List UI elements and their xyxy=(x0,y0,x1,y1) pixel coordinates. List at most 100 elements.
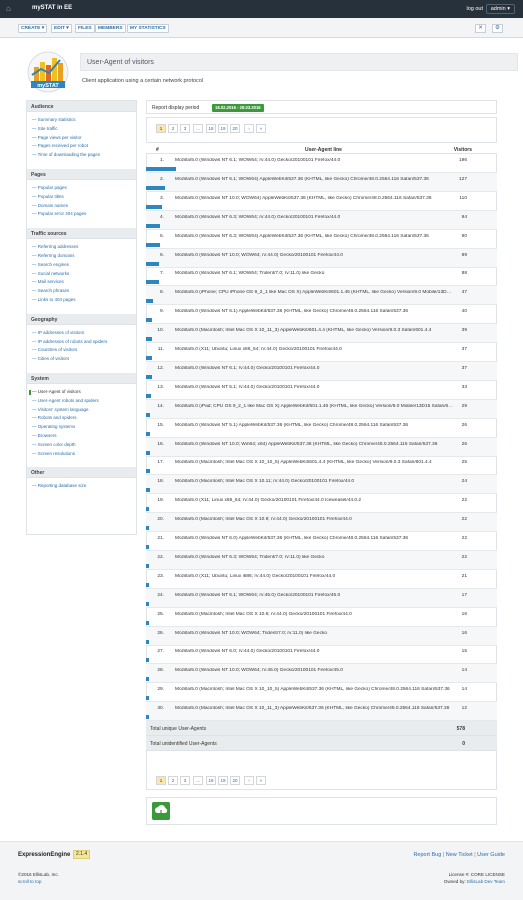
nav-create-button[interactable]: CREATE ▾ xyxy=(18,24,48,33)
user-menu-button[interactable]: admin ▾ xyxy=(485,4,515,14)
page-link[interactable]: 20 xyxy=(230,124,240,133)
share-bar: 0.7% xyxy=(146,639,154,657)
user-agent-string: Mozilla/5.0 (Windows NT 6.1; WOW64; rv:4… xyxy=(175,158,341,163)
sidebar-link[interactable]: — Summary statistics xyxy=(32,117,76,122)
logout-link[interactable]: log out xyxy=(466,6,483,12)
page-link[interactable]: ... xyxy=(193,776,203,785)
visitor-count: 26 xyxy=(461,422,467,428)
sidebar-link[interactable]: — User-Agent robots and spiders xyxy=(32,398,99,403)
user-agent-string: Mozilla/5.0 (Windows NT 6.1; WOW64) Appl… xyxy=(175,176,429,182)
sidebar-link[interactable]: — Countries of visitors xyxy=(32,347,77,352)
page-link[interactable]: › xyxy=(244,124,254,133)
table-row: 16. Mozilla/5.0 (Windows NT 10.0; Win64; … xyxy=(146,437,497,468)
period-picker[interactable]: 18.02.2016 - 28.03.2016 xyxy=(212,104,264,112)
site-title[interactable]: mySTAT in EE xyxy=(32,5,72,11)
row-number: 17. xyxy=(157,460,164,466)
sidebar-link[interactable]: — Search engines xyxy=(32,262,69,267)
share-bar: 0.7% xyxy=(146,620,154,638)
share-bar: 1.6% xyxy=(146,374,154,392)
scroll-to-top-link[interactable]: scroll to top xyxy=(18,879,42,884)
sidebar-link[interactable]: — Popular pages xyxy=(32,185,67,190)
sidebar-link[interactable]: — Reporting database size xyxy=(32,483,86,488)
sidebar-link[interactable]: — Screen color depth xyxy=(32,442,76,447)
page-link[interactable]: 3 xyxy=(180,124,190,133)
sidebar-link[interactable]: — Time of downloading the pages xyxy=(32,152,100,157)
visitor-count: 12 xyxy=(461,706,467,712)
home-icon[interactable]: ⌂ xyxy=(6,4,15,13)
visitor-count: 33 xyxy=(461,384,467,390)
page-link[interactable]: 18 xyxy=(206,776,216,785)
report-bug-link[interactable]: Report Bug xyxy=(413,852,441,858)
user-agent-string: Mozilla/5.0 (Windows NT 5.1; rv:44.0) Ge… xyxy=(175,384,320,390)
sidebar-link[interactable]: — Domain names xyxy=(32,203,68,208)
share-bar: 1.7% xyxy=(146,318,154,335)
row-number: 29. xyxy=(157,687,164,693)
user-agent-string: Mozilla/5.0 (Macintosh; Intel Mac OS X 1… xyxy=(175,479,355,485)
sidebar-link[interactable]: — Operating systems xyxy=(32,424,75,429)
page-link[interactable]: 2 xyxy=(168,124,178,133)
sidebar-link[interactable]: — Robots and spiders xyxy=(32,415,77,420)
sidebar-link[interactable]: — Browsers xyxy=(32,433,57,438)
sidebar-link[interactable]: — Search phrases xyxy=(32,288,69,293)
visitor-count: 88 xyxy=(461,271,467,277)
user-guide-link[interactable]: User Guide xyxy=(477,852,505,858)
row-number: 18. xyxy=(157,479,164,485)
sidebar-link[interactable]: — Screen resolutions xyxy=(32,451,75,456)
nav-files-button[interactable]: FILES xyxy=(75,24,95,33)
sidebar-link[interactable]: — Visitors' system language xyxy=(32,407,89,412)
user-agent-string: Mozilla/5.0 (X11; Ubuntu; Linux x86_64; … xyxy=(175,347,342,352)
user-agent-string: Mozilla/5.0 (Windows NT 6.3; WOW64; rv:4… xyxy=(175,214,341,220)
page-link[interactable]: 1 xyxy=(156,124,166,133)
page-link[interactable]: 2 xyxy=(168,776,178,785)
settings-gear-icon[interactable]: ⚙ xyxy=(492,24,503,33)
page-link[interactable]: » xyxy=(256,776,266,785)
visitor-count: 15 xyxy=(461,649,467,655)
nav-members-button[interactable]: MEMBERS xyxy=(95,24,126,33)
table-row: 29. Mozilla/5.0 (Macintosh; Intel Mac OS … xyxy=(146,683,497,713)
sidebar-link[interactable]: — Social networks xyxy=(32,271,69,276)
user-agent-string: Mozilla/5.0 (Macintosh; Intel Mac OS X 1… xyxy=(175,328,432,334)
page-link[interactable]: 19 xyxy=(218,776,228,785)
nav-my-statistics-button[interactable]: MY STATISTICS xyxy=(127,24,169,33)
sidebar-link[interactable]: — IP addresses of visitors xyxy=(32,330,84,335)
sidebar-link[interactable]: — Popular error 404 pages xyxy=(32,211,86,216)
page-link[interactable]: 18 xyxy=(206,124,216,133)
sidebar-link[interactable]: — Page views per visitor xyxy=(32,135,82,140)
new-ticket-link[interactable]: New Ticket xyxy=(446,852,473,858)
sidebar-link[interactable]: — User-Agent of visitors xyxy=(32,389,81,394)
mystat-logo: mySTAT xyxy=(27,51,69,93)
tools-icon[interactable]: ✕ xyxy=(475,24,486,33)
sidebar-link[interactable]: — Referring addresses xyxy=(32,244,78,249)
col-header-number: # xyxy=(156,147,159,153)
sidebar-link[interactable]: — Cities of visitors xyxy=(32,356,69,361)
export-panel xyxy=(146,797,497,825)
sidebar-link[interactable]: — IP addresses of robots and spiders xyxy=(32,339,107,344)
user-agent-string: Mozilla/5.0 (Windows NT 6.3; WOW64; Trid… xyxy=(175,554,325,560)
page-link[interactable]: » xyxy=(256,124,266,133)
table-row: 30. Mozilla/5.0 (Macintosh; Intel Mac OS … xyxy=(146,702,497,732)
sidebar-link[interactable]: — Site traffic xyxy=(32,126,58,131)
totals-value: 578 xyxy=(456,726,465,732)
nav-edit-button[interactable]: EDIT ▾ xyxy=(51,24,72,33)
page-link[interactable]: 20 xyxy=(230,776,240,785)
sidebar-link[interactable]: — Pages received per robot xyxy=(32,143,88,148)
user-agent-string: Mozilla/5.0 (Windows NT 10.0; WOW64) App… xyxy=(175,195,432,201)
page-link[interactable]: 19 xyxy=(218,124,228,133)
sidebar-link[interactable]: — Popular titles xyxy=(32,194,64,199)
page-link[interactable]: ... xyxy=(193,124,203,133)
sidebar-link[interactable]: — Mail services xyxy=(32,279,64,284)
sidebar-link[interactable]: — Links to 404 pages xyxy=(32,297,76,302)
page-link[interactable]: 3 xyxy=(180,776,190,785)
owner-link[interactable]: EllisLab Dev Team xyxy=(467,879,505,884)
table-row: 24. Mozilla/5.0 (Windows NT 6.1; WOW64; r… xyxy=(146,588,497,619)
col-header-user-agent: User-Agent line xyxy=(305,147,342,153)
cloud-download-icon[interactable] xyxy=(152,802,170,820)
page-link[interactable]: 1 xyxy=(156,776,166,785)
sidebar-section-title: Audience xyxy=(31,104,54,110)
share-bar: 3.75% xyxy=(146,280,160,297)
page-link[interactable]: › xyxy=(244,776,254,785)
sidebar-link[interactable]: — Referring domains xyxy=(32,253,75,258)
owner-line: Owned by: EllisLab Dev Team xyxy=(444,879,505,884)
visitor-count: 37 xyxy=(461,365,467,371)
share-bar: 0.9% xyxy=(146,545,154,562)
